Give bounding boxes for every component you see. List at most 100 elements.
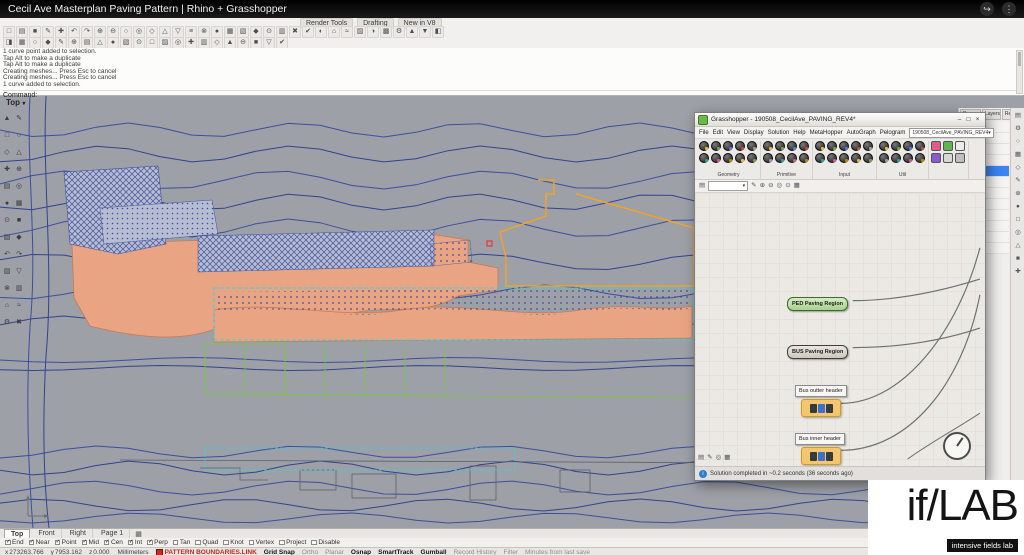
gh-component-icon[interactable] [863,141,873,151]
gh-menu-item[interactable]: View [727,130,740,136]
gh-component-icon[interactable] [699,141,709,151]
canvas-tool-icon[interactable]: ⊕ [760,180,765,192]
panel-tab-icon[interactable]: ○ [1016,138,1020,146]
gh-param-capsule[interactable]: PED Paving Region [787,297,849,311]
osnap-toggle[interactable]: Vertex [248,539,274,546]
panel-tab-icon[interactable]: ✎ [1015,177,1020,185]
statusbar-toggle[interactable]: Gumball [421,549,447,555]
statusbar-toggle[interactable]: Record History [454,549,497,555]
gh-component-icon[interactable] [839,141,849,151]
rhino-toolbar-icon[interactable]: ▲ [406,26,418,38]
rhino-toolbar-icon[interactable]: ⌂ [328,26,340,38]
rhino-toolbar-icon[interactable]: ◑ [367,26,379,38]
gh-menu-item[interactable]: Solution [768,130,790,136]
gh-component-icon[interactable] [699,153,709,163]
gh-component-icon[interactable] [711,141,721,151]
gh-component-icon[interactable] [851,141,861,151]
gh-file-dropdown[interactable]: 190508_CecilAve_PAVING_REV4 ▾ [909,127,994,138]
osnap-checkbox[interactable] [5,539,11,546]
gh-component-icon[interactable] [851,153,861,163]
rhino-sidebar-tool-icon[interactable]: ◎ [14,182,24,192]
osnap-toggle[interactable]: Near [28,539,50,546]
gh-component-icon[interactable] [775,153,785,163]
gh-plugin-icon[interactable] [943,141,953,151]
gh-component-icon[interactable] [891,153,901,163]
osnap-checkbox[interactable] [195,539,201,546]
statusbar-toggle[interactable]: Ortho [302,549,318,555]
gh-menu-item[interactable]: Display [744,130,764,136]
rhino-sidebar-tool-icon[interactable]: ▥ [14,284,24,294]
gh-component-icon[interactable] [827,141,837,151]
canvas-tool-icon[interactable]: ⊖ [768,180,773,192]
gh-view-dropdown[interactable]: ▾ [708,181,749,191]
osnap-toggle[interactable]: Mid [81,539,99,546]
gh-component-icon[interactable] [735,141,745,151]
gh-plugin-icon[interactable] [931,141,941,151]
scrollbar-thumb[interactable] [1018,52,1021,66]
panel-tab-icon[interactable]: □ [1016,216,1020,224]
rhino-toolbar-icon[interactable]: ▨ [354,26,366,38]
rhino-sidebar-tool-icon[interactable]: △ [14,148,24,158]
rhino-sidebar-tool-icon[interactable]: ◆ [14,233,24,243]
gh-component-icon[interactable] [915,153,925,163]
rhino-sidebar-tool-icon[interactable]: □ [2,131,12,141]
panel-tab-icon[interactable]: ■ [1016,255,1020,263]
canvas-corner-icon[interactable]: ▦ [724,452,730,464]
gh-plugin-icon[interactable] [943,153,953,163]
osnap-checkbox[interactable] [54,539,61,546]
gh-component-icon[interactable] [711,153,721,163]
rhino-sidebar-tool-icon[interactable]: ↶ [2,250,12,260]
osnap-checkbox[interactable] [223,539,229,546]
rhino-sidebar-tool-icon[interactable]: ◇ [2,148,12,158]
gh-component-icon[interactable] [787,153,797,163]
panel-tab-icon[interactable]: ● [1016,203,1020,211]
window-control-button[interactable]: – [955,116,964,123]
canvas-tool-icon[interactable]: ▦ [794,180,800,192]
gh-panel-component[interactable]: Bus inner header [795,433,845,445]
gh-panel-component[interactable]: Bus outter header [795,385,847,397]
gh-component-icon[interactable] [879,141,889,151]
gh-title-bar[interactable]: Grasshopper - 190508_CecilAve_PAVING_REV… [695,113,985,127]
gh-plugin-icon[interactable] [955,153,965,163]
panel-tab-icon[interactable]: ⊕ [1015,190,1020,198]
gh-menu-item[interactable]: Edit [713,130,723,136]
osnap-checkbox[interactable] [103,539,110,546]
gh-component-icon[interactable] [763,153,773,163]
rhino-sidebar-tool-icon[interactable]: ⌂ [2,301,12,311]
command-history-panel[interactable]: 1 curve point added to selection. Tap Alt… [0,48,1024,99]
current-layer-chip[interactable]: PATTERN BOUNDARIES.LINK [155,548,257,555]
rhino-toolbar-icon[interactable]: ✖ [289,26,301,38]
canvas-corner-icon[interactable]: ▤ [698,452,704,464]
canvas-corner-icon[interactable]: ◎ [716,452,722,464]
rhino-sidebar-tool-icon[interactable]: ⊗ [2,284,12,294]
gh-menu-item[interactable]: Pelogram [880,130,906,136]
gh-component-icon[interactable] [891,141,901,151]
gh-cluster-component[interactable] [801,447,841,465]
osnap-toggle[interactable]: Cen [103,539,123,546]
gh-component-icon[interactable] [827,153,837,163]
gh-component-icon[interactable] [903,141,913,151]
statusbar-toggle[interactable]: Filter [504,549,518,555]
gh-param-capsule[interactable]: BUS Paving Region [787,345,849,359]
canvas-tool-icon[interactable]: ⊙ [785,180,790,192]
rhino-toolbar-icon[interactable]: ✔ [302,26,314,38]
canvas-tool-icon[interactable]: ✎ [751,180,756,192]
rhino-sidebar-tool-icon[interactable]: ▨ [2,267,12,277]
statusbar-toggle[interactable]: Planar [325,549,344,555]
gh-component-icon[interactable] [839,153,849,163]
rhino-toolbar-icon[interactable]: ▩ [380,26,392,38]
panel-tab-icon[interactable]: ◇ [1016,164,1021,172]
osnap-toggle[interactable]: Tan [172,539,190,546]
gh-component-icon[interactable] [763,141,773,151]
gh-menu-item[interactable]: MetaHopper [810,130,843,136]
gh-component-icon[interactable] [787,141,797,151]
gh-compass-widget[interactable] [943,432,971,460]
share-button[interactable]: ↪ [980,2,994,16]
gh-component-icon[interactable] [903,153,913,163]
canvas-corner-icon[interactable]: ✎ [707,452,712,464]
osnap-toggle[interactable]: Int [127,539,142,546]
viewport-grid-icon[interactable]: ▦ [135,530,142,538]
osnap-toggle[interactable]: Perp [147,539,168,546]
gh-canvas[interactable]: ▤ ✎ ◎ ▦ PED Paving Region BUS Paving Region B… [695,193,985,466]
more-button[interactable]: ⋮ [1002,2,1016,16]
